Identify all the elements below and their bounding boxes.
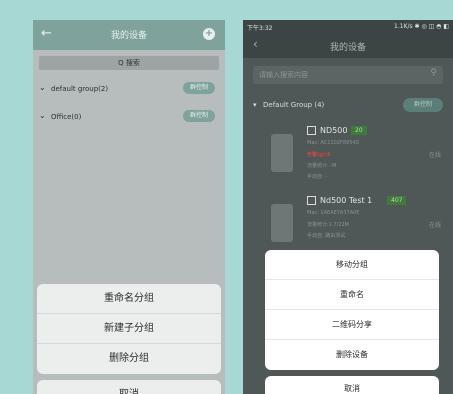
device-note: 手动自: 路由测试 (307, 233, 346, 239)
group-control-button[interactable]: 群控制 (183, 82, 215, 94)
group-control-button[interactable]: 群控制 (183, 110, 215, 122)
chevron-down-icon: ⌄ (39, 111, 46, 120)
delete-group-option[interactable]: 删除分组 (37, 344, 221, 374)
chevron-down-icon: ⌄ (39, 83, 46, 92)
right-action-sheet: 移动分组 重命名 二维码分享 删除设备 (265, 250, 439, 370)
group-name: default group(2) (51, 85, 109, 93)
right-phone-screen: 下午3:32 1.1K/s ✱ ◎ ◫ ◓ ◧ ‹ 我的设备 请输入搜索内容 ⚲… (243, 20, 453, 394)
device-name: ND500 (320, 126, 348, 135)
device-extra: 手动自: 路由测试 (307, 232, 345, 239)
move-group-option[interactable]: 移动分组 (265, 250, 439, 280)
edit-icon[interactable] (307, 126, 316, 135)
device-item[interactable]: ND500 20 Mac: AC1102F8954D 告警(g):6 流量统计:… (271, 124, 441, 188)
device-mac: Mac: 1AEAE7A37A0E (307, 210, 360, 216)
device-item[interactable]: Nd500 Test 1 407 Mac: 1AEAE7A37A0E 流量统计:… (271, 194, 441, 258)
status-indicators: 1.1K/s ✱ ◎ ◫ ◓ ◧ (394, 23, 449, 30)
status-bar: 下午3:32 1.1K/s ✱ ◎ ◫ ◓ ◧ (243, 20, 453, 34)
group-row-office[interactable]: ⌄ Office(0) 群控制 (39, 108, 225, 128)
edit-icon[interactable] (307, 196, 316, 205)
left-header: ← 我的设备 + (33, 20, 225, 50)
group-name: Default Group (4) (263, 101, 325, 109)
left-search-bar[interactable]: Q 搜索 (39, 56, 219, 70)
right-cancel-button[interactable]: 取消 (265, 376, 439, 394)
search-placeholder: 请输入搜索内容 (259, 71, 308, 79)
right-search-input[interactable]: 请输入搜索内容 ⚲ (253, 66, 443, 84)
left-search-label: Q 搜索 (118, 59, 140, 67)
device-thumbnail (271, 134, 293, 172)
left-cancel-button[interactable]: 取消 (37, 380, 221, 394)
left-phone-screen: ← 我的设备 + Q 搜索 ⌄ default group(2) 群控制 ⌄ O… (33, 20, 225, 394)
caret-down-icon: ▾ (253, 101, 257, 109)
device-traffic: 流量统计:1.7/22M (307, 222, 349, 228)
group-name: Office(0) (51, 113, 82, 121)
left-page-title: 我的设备 (110, 31, 147, 41)
add-icon[interactable]: + (203, 28, 215, 40)
group-row-default[interactable]: ▾ Default Group (4) 群控制 (253, 98, 443, 114)
device-tag: 20 (351, 126, 367, 135)
right-page-title: 我的设备 (329, 43, 366, 53)
right-header: ‹ 我的设备 (243, 34, 453, 58)
new-subgroup-option[interactable]: 新建子分组 (37, 314, 221, 344)
search-icon[interactable]: ⚲ (430, 68, 437, 78)
device-alert: 告警(g):6 (307, 152, 331, 158)
rename-option[interactable]: 重命名 (265, 280, 439, 310)
device-extra: 手动自: - (307, 174, 328, 180)
device-tag: 407 (387, 196, 407, 205)
group-control-button[interactable]: 群控制 (403, 98, 443, 112)
status-time: 下午3:32 (247, 25, 273, 32)
rename-group-option[interactable]: 重命名分组 (37, 284, 221, 314)
device-mac: Mac: AC1102F8954D (307, 140, 360, 146)
device-thumbnail (271, 204, 293, 242)
device-status: 在线 (428, 152, 441, 159)
group-row-default[interactable]: ⌄ default group(2) 群控制 (39, 80, 225, 100)
left-action-sheet: 重命名分组 新建子分组 删除分组 (37, 284, 221, 374)
device-traffic: 流量统计: -M (307, 163, 337, 169)
device-name: Nd500 Test 1 (320, 196, 373, 205)
qr-share-option[interactable]: 二维码分享 (265, 310, 439, 340)
delete-device-option[interactable]: 删除设备 (265, 340, 439, 370)
device-status: 在线 (428, 222, 441, 229)
